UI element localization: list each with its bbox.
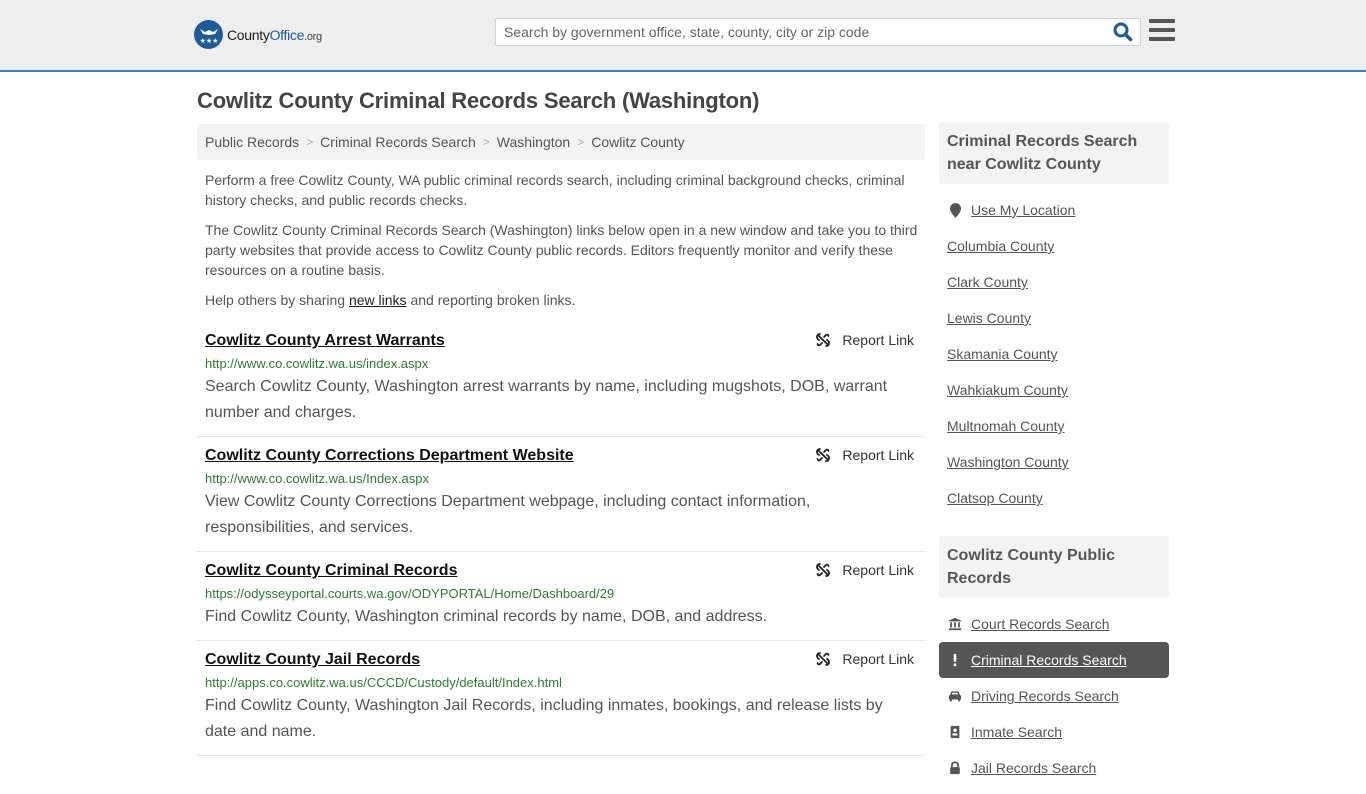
listing-item: Cowlitz County Arrest Warrants http://ww…: [197, 322, 925, 437]
share-text: and reporting broken links.: [406, 292, 576, 308]
page-title: Cowlitz County Criminal Records Search (…: [197, 88, 760, 113]
public-records-heading: Cowlitz County Public Records: [939, 536, 1169, 598]
nearby-counties-list: Use My Location Columbia County Clark Co…: [939, 184, 1169, 524]
intro-paragraph: Perform a free Cowlitz County, WA public…: [205, 172, 905, 208]
report-link-button[interactable]: Report Link: [815, 651, 914, 667]
sidebar-item-driving-records[interactable]: Driving Records Search: [939, 678, 1169, 714]
intro-paragraph: The Cowlitz County Criminal Records Sear…: [205, 222, 918, 278]
exclamation-icon: [947, 652, 963, 668]
use-my-location-item[interactable]: Use My Location: [939, 192, 1169, 228]
sidebar-link[interactable]: Court Records Search: [971, 616, 1110, 632]
breadcrumb-item[interactable]: Criminal Records Search: [320, 134, 476, 150]
search-button[interactable]: [1112, 22, 1134, 42]
nearby-county-link[interactable]: Wahkiakum County: [947, 382, 1068, 398]
eagle-logo-icon: ★★★: [194, 20, 223, 49]
report-link-label: Report Link: [842, 651, 914, 667]
listing-url: http://apps.co.cowlitz.wa.us/CCCD/Custod…: [205, 675, 562, 690]
report-link-label: Report Link: [842, 562, 914, 578]
intro-text: Perform a free Cowlitz County, WA public…: [205, 170, 920, 320]
hamburger-menu-icon[interactable]: [1149, 19, 1175, 43]
breadcrumb-separator: >: [306, 135, 314, 149]
listing-title-link[interactable]: Cowlitz County Jail Records: [205, 649, 420, 671]
breadcrumb-item[interactable]: Cowlitz County: [591, 134, 684, 150]
nearby-county-item[interactable]: Skamania County: [939, 336, 1169, 372]
use-my-location-link[interactable]: Use My Location: [971, 202, 1075, 218]
courthouse-icon: [947, 616, 963, 632]
listing-url: http://www.co.cowlitz.wa.us/Index.aspx: [205, 471, 429, 486]
nearby-heading: Criminal Records Search near Cowlitz Cou…: [939, 122, 1169, 184]
nearby-county-item[interactable]: Clatsop County: [939, 480, 1169, 516]
listing-description: Search Cowlitz County, Washington arrest…: [205, 378, 888, 421]
lock-icon: [947, 760, 963, 776]
listing-description: View Cowlitz County Corrections Departme…: [205, 493, 811, 536]
broken-link-icon: [816, 333, 831, 347]
nearby-county-link[interactable]: Skamania County: [947, 346, 1058, 362]
listings: Cowlitz County Arrest Warrants http://ww…: [197, 322, 925, 756]
breadcrumb: Public Records > Criminal Records Search…: [197, 124, 925, 160]
nearby-county-link[interactable]: Clark County: [947, 274, 1028, 290]
nearby-county-item[interactable]: Clark County: [939, 264, 1169, 300]
nearby-county-item[interactable]: Columbia County: [939, 228, 1169, 264]
nearby-county-link[interactable]: Columbia County: [947, 238, 1054, 254]
report-link-label: Report Link: [842, 447, 914, 463]
nearby-county-link[interactable]: Washington County: [947, 454, 1069, 470]
report-link-label: Report Link: [842, 332, 914, 348]
svg-text:★★★: ★★★: [199, 37, 218, 45]
listing-item: Cowlitz County Criminal Records https://…: [197, 552, 925, 641]
sidebar-link[interactable]: Jail Records Search: [971, 760, 1096, 776]
sidebar-link[interactable]: Inmate Search: [971, 724, 1062, 740]
listing-url: http://www.co.cowlitz.wa.us/index.aspx: [205, 356, 429, 371]
logo-link[interactable]: ★★★ CountyOffice.org: [194, 20, 322, 49]
logo-text: CountyOffice.org: [227, 26, 322, 43]
share-paragraph: Help others by sharing new links and rep…: [205, 290, 920, 310]
listing-item: Cowlitz County Corrections Department We…: [197, 437, 925, 552]
sidebar-item-inmate-search[interactable]: Inmate Search: [939, 714, 1169, 750]
site-header: ★★★ CountyOffice.org: [0, 0, 1366, 72]
map-marker-icon: [947, 202, 963, 218]
broken-link-icon: [816, 448, 831, 462]
sidebar-link[interactable]: Driving Records Search: [971, 688, 1119, 704]
listing-url: https://odysseyportal.courts.wa.gov/ODYP…: [205, 586, 615, 601]
nearby-county-item[interactable]: Lewis County: [939, 300, 1169, 336]
sidebar-link[interactable]: Criminal Records Search: [971, 652, 1127, 668]
nearby-county-link[interactable]: Clatsop County: [947, 490, 1043, 506]
breadcrumb-item[interactable]: Washington: [497, 134, 570, 150]
breadcrumb-separator: >: [482, 135, 490, 149]
search-box: [495, 18, 1141, 46]
broken-link-icon: [816, 652, 831, 666]
sidebar-item-jail-records[interactable]: Jail Records Search: [939, 750, 1169, 786]
sidebar-item-court-records[interactable]: Court Records Search: [939, 606, 1169, 642]
listing-title-link[interactable]: Cowlitz County Criminal Records: [205, 560, 457, 582]
listing-description: Find Cowlitz County, Washington Jail Rec…: [205, 697, 883, 740]
listing-title-link[interactable]: Cowlitz County Arrest Warrants: [205, 330, 445, 352]
nearby-county-item[interactable]: Multnomah County: [939, 408, 1169, 444]
listing-title-link[interactable]: Cowlitz County Corrections Department We…: [205, 445, 574, 467]
share-text: Help others by sharing: [205, 292, 349, 308]
search-icon: [1113, 22, 1133, 42]
report-link-button[interactable]: Report Link: [815, 562, 914, 578]
listing-description: Find Cowlitz County, Washington criminal…: [205, 608, 768, 625]
new-links-link[interactable]: new links: [349, 292, 407, 308]
breadcrumb-separator: >: [577, 135, 585, 149]
report-link-button[interactable]: Report Link: [815, 332, 914, 348]
sidebar: Criminal Records Search near Cowlitz Cou…: [939, 122, 1169, 794]
id-badge-icon: [947, 724, 963, 740]
search-input[interactable]: [496, 19, 1106, 45]
nearby-county-link[interactable]: Multnomah County: [947, 418, 1065, 434]
nearby-county-item[interactable]: Wahkiakum County: [939, 372, 1169, 408]
broken-link-icon: [816, 563, 831, 577]
breadcrumb-item[interactable]: Public Records: [205, 134, 299, 150]
nearby-county-item[interactable]: Washington County: [939, 444, 1169, 480]
listing-item: Cowlitz County Jail Records http://apps.…: [197, 641, 925, 756]
nearby-county-link[interactable]: Lewis County: [947, 310, 1031, 326]
sidebar-item-criminal-records[interactable]: Criminal Records Search: [939, 642, 1169, 678]
public-records-list: Court Records Search Criminal Records Se…: [939, 598, 1169, 794]
report-link-button[interactable]: Report Link: [815, 447, 914, 463]
car-icon: [947, 688, 963, 704]
